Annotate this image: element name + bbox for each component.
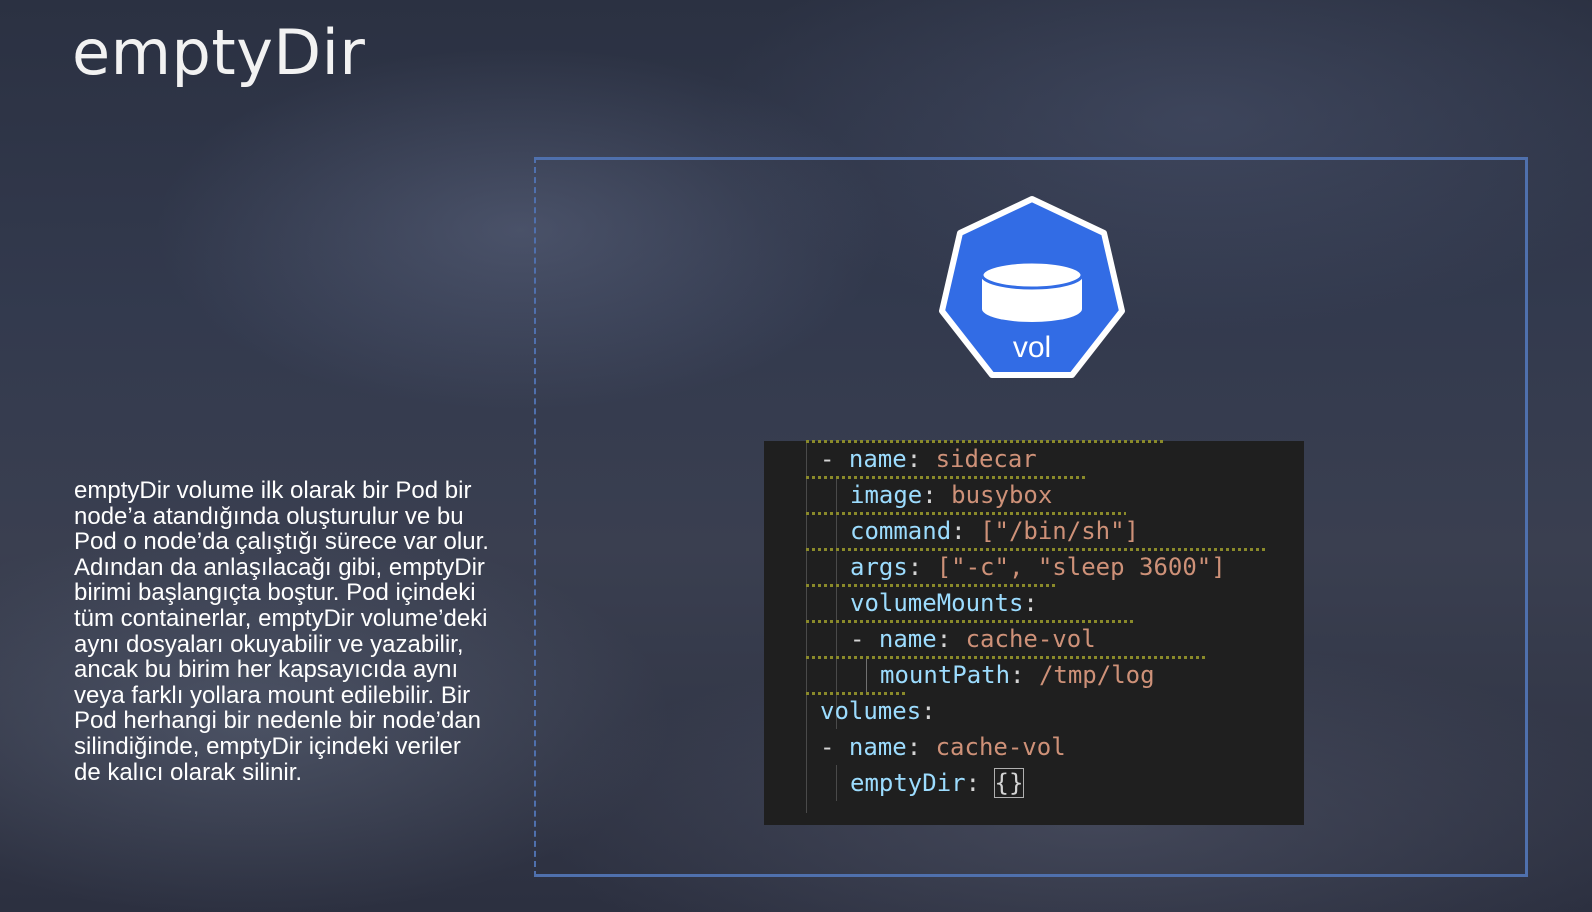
code-line: volumeMounts: — [850, 589, 1038, 617]
code-line: - name: cache-vol — [850, 625, 1096, 653]
code-line: - name: sidecar — [820, 445, 1037, 473]
code-block: - name: sidecar image: busybox command: … — [764, 440, 1304, 825]
code-line: command: ["/bin/sh"] — [850, 517, 1140, 545]
slide-description: emptyDir volume ilk olarak bir Pod bir n… — [74, 477, 489, 786]
volume-icon: vol — [939, 196, 1125, 378]
slide-title: emptyDir — [72, 16, 366, 89]
code-line: volumes: — [820, 697, 936, 725]
code-line: image: busybox — [850, 481, 1053, 509]
code-line: - name: cache-vol — [820, 733, 1066, 761]
code-line: args: ["-c", "sleep 3600"] — [850, 553, 1226, 581]
code-line: mountPath: /tmp/log — [880, 661, 1155, 689]
cylinder-icon — [980, 260, 1084, 322]
code-line: emptyDir: {} — [850, 768, 1025, 798]
volume-label: vol — [1013, 331, 1051, 364]
